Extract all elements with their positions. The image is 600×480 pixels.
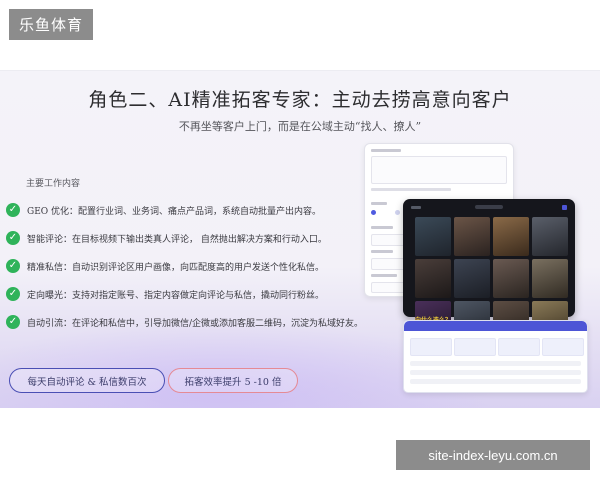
form-textarea xyxy=(371,156,507,184)
video-thumbnail xyxy=(493,259,529,298)
video-thumbnail xyxy=(415,217,451,256)
tablet-toolbar xyxy=(411,205,567,210)
dashboard-row xyxy=(410,370,581,375)
stat-card xyxy=(410,338,452,356)
dashboard-mockup xyxy=(403,320,588,393)
highlight-pill-daily-volume: 每天自动评论 & 私信数百次 xyxy=(9,368,165,393)
check-circle-icon: ✓ xyxy=(6,259,20,273)
check-circle-icon: ✓ xyxy=(6,231,20,245)
feature-text: 自动引流：在评论和私信中，引导加微信/企微或添加客服二维码，沉淀为私域好友。 xyxy=(27,318,364,329)
video-thumbnail xyxy=(454,259,490,298)
dashboard-row xyxy=(410,379,581,384)
video-thumbnail xyxy=(454,217,490,256)
feature-item-comment: ✓ 智能评论：在目标视频下输出类真人评论， 自然抛出解决方案和行动入口。 xyxy=(6,224,366,252)
highlight-pill-efficiency: 拓客效率提升 5 -10 倍 xyxy=(168,368,298,393)
brand-logo: 乐鱼体育 xyxy=(9,9,93,40)
form-label xyxy=(371,226,393,229)
radio-icon xyxy=(371,210,376,215)
form-label xyxy=(371,250,393,253)
slide-title: 角色二、AI精准拓客专家：主动去捞高意向客户 xyxy=(88,89,512,111)
feature-item-geo: ✓ GEO 优化：配置行业词、业务词、痛点产品词，系统自动批量产出内容。 xyxy=(6,196,366,224)
video-thumbnail xyxy=(532,259,568,298)
video-thumbnail xyxy=(415,259,451,298)
feature-list: ✓ GEO 优化：配置行业词、业务词、痛点产品词，系统自动批量产出内容。 ✓ 智… xyxy=(6,196,366,336)
feature-item-message: ✓ 精准私信：自动识别评论区用户画像，向匹配度高的用户发送个性化私信。 xyxy=(6,252,366,280)
feature-text: 精准私信：自动识别评论区用户画像，向匹配度高的用户发送个性化私信。 xyxy=(27,262,325,273)
feature-item-exposure: ✓ 定向曝光：支持对指定账号、指定内容做定向评论与私信，撬动同行粉丝。 xyxy=(6,280,366,308)
video-thumbnail xyxy=(532,217,568,256)
site-watermark: site-index-leyu.com.cn xyxy=(396,440,590,470)
feature-text: 定向曝光：支持对指定账号、指定内容做定向评论与私信，撬动同行粉丝。 xyxy=(27,290,325,301)
feature-item-traffic: ✓ 自动引流：在评论和私信中，引导加微信/企微或添加客服二维码，沉淀为私域好友。 xyxy=(6,308,366,336)
video-thumbnail xyxy=(493,217,529,256)
form-label xyxy=(371,274,397,277)
slide-subtitle: 不再坐等客户上门，而是在公域主动“找人、撩人” xyxy=(178,120,422,133)
check-circle-icon: ✓ xyxy=(6,315,20,329)
feature-text: 智能评论：在目标视频下输出类真人评论， 自然抛出解决方案和行动入口。 xyxy=(27,234,327,245)
dashboard-row xyxy=(410,361,581,366)
stat-card xyxy=(498,338,540,356)
form-label xyxy=(371,202,387,205)
dashboard-header xyxy=(404,321,587,331)
check-circle-icon: ✓ xyxy=(6,203,20,217)
form-hint xyxy=(371,188,451,191)
stat-card xyxy=(454,338,496,356)
presentation-slide: 角色二、AI精准拓客专家：主动去捞高意向客户 不再坐等客户上门，而是在公域主动“… xyxy=(0,70,600,408)
section-heading: 主要工作内容 xyxy=(26,179,81,189)
stat-card xyxy=(542,338,584,356)
check-circle-icon: ✓ xyxy=(6,287,20,301)
feature-text: GEO 优化：配置行业词、业务词、痛点产品词，系统自动批量产出内容。 xyxy=(27,206,322,217)
radio-icon xyxy=(395,210,400,215)
tablet-video-grid-mockup: 向什么选么？ xyxy=(403,199,575,340)
form-label xyxy=(371,149,401,152)
